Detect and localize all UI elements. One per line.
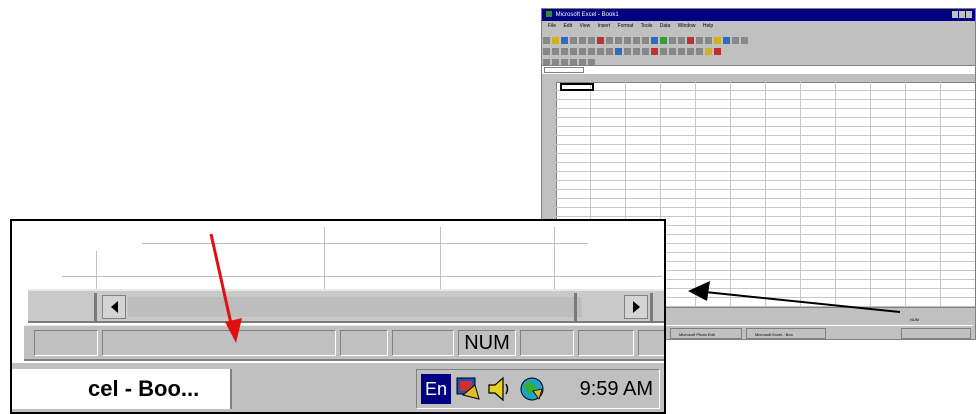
status-panel bbox=[392, 330, 454, 356]
menu-insert[interactable]: Insert bbox=[598, 23, 611, 29]
excel-menu-bar: File Edit View Insert Format Tools Data … bbox=[542, 21, 975, 31]
grid-line bbox=[62, 276, 662, 277]
grid-line bbox=[96, 251, 97, 291]
taskbar-button-excel-zoomed[interactable]: cel - Boo... bbox=[12, 369, 232, 409]
menu-format[interactable]: Format bbox=[618, 23, 634, 29]
formula-bar[interactable] bbox=[542, 65, 975, 74]
active-cell[interactable] bbox=[560, 83, 594, 91]
standard-toolbar[interactable] bbox=[542, 32, 975, 44]
excel-title-bar: Microsoft Excel - Book1 bbox=[542, 9, 975, 21]
menu-file[interactable]: File bbox=[548, 23, 556, 29]
scrollbar-divider bbox=[650, 293, 653, 321]
zoomed-callout: NUM cel - Boo... En 9:59 AM bbox=[10, 219, 666, 414]
menu-edit[interactable]: Edit bbox=[563, 23, 572, 29]
excel-title-text: Microsoft Excel - Book1 bbox=[555, 12, 619, 18]
formatting-toolbar[interactable] bbox=[542, 43, 975, 55]
network-icon[interactable] bbox=[515, 375, 549, 403]
scroll-right-button[interactable] bbox=[624, 295, 648, 319]
system-tray-small bbox=[901, 328, 971, 339]
grid-line bbox=[440, 227, 441, 291]
scroll-right-arrow-icon bbox=[632, 301, 640, 313]
scroll-left-button[interactable] bbox=[102, 295, 126, 319]
status-panel-message bbox=[102, 330, 336, 356]
taskbar-button-excel[interactable]: Microsoft Excel - Boo bbox=[746, 328, 826, 339]
excel-app-icon bbox=[546, 11, 552, 18]
status-bar: NUM bbox=[24, 325, 664, 361]
menu-help[interactable]: Help bbox=[703, 23, 713, 29]
speaker-icon[interactable] bbox=[485, 375, 511, 403]
taskbar-button-photo-edit[interactable]: Microsoft Photo Edit bbox=[670, 328, 742, 339]
menu-view[interactable]: View bbox=[579, 23, 590, 29]
status-panel bbox=[340, 330, 388, 356]
grid-line bbox=[554, 227, 555, 291]
scrollbar-divider bbox=[94, 293, 97, 321]
scroll-left-arrow-icon bbox=[110, 301, 118, 313]
menu-tools[interactable]: Tools bbox=[641, 23, 653, 29]
system-tray: En 9:59 AM bbox=[416, 369, 660, 409]
display-icon[interactable] bbox=[455, 375, 481, 403]
status-panel bbox=[638, 330, 664, 356]
taskbar-small: Microsoft Photo Edit Microsoft Excel - B… bbox=[666, 325, 973, 339]
status-panel bbox=[578, 330, 634, 356]
menu-window[interactable]: Window bbox=[678, 23, 696, 29]
status-panel bbox=[34, 330, 98, 356]
horizontal-scrollbar[interactable] bbox=[28, 289, 664, 323]
scrollbar-track[interactable] bbox=[128, 297, 582, 317]
num-lock-indicator: NUM bbox=[458, 330, 516, 356]
scrollbar-divider bbox=[574, 293, 577, 321]
window-controls[interactable] bbox=[951, 11, 973, 19]
num-indicator-small: NUM bbox=[910, 317, 920, 322]
toolbar-row-3[interactable] bbox=[542, 54, 975, 66]
taskbar: cel - Boo... En 9:59 AM bbox=[12, 363, 664, 412]
grid-line bbox=[324, 227, 325, 291]
status-panel bbox=[520, 330, 574, 356]
grid-line bbox=[142, 243, 588, 244]
menu-data[interactable]: Data bbox=[660, 23, 671, 29]
language-icon[interactable]: En bbox=[421, 374, 451, 404]
clock[interactable]: 9:59 AM bbox=[580, 370, 653, 408]
name-box[interactable] bbox=[544, 67, 584, 73]
